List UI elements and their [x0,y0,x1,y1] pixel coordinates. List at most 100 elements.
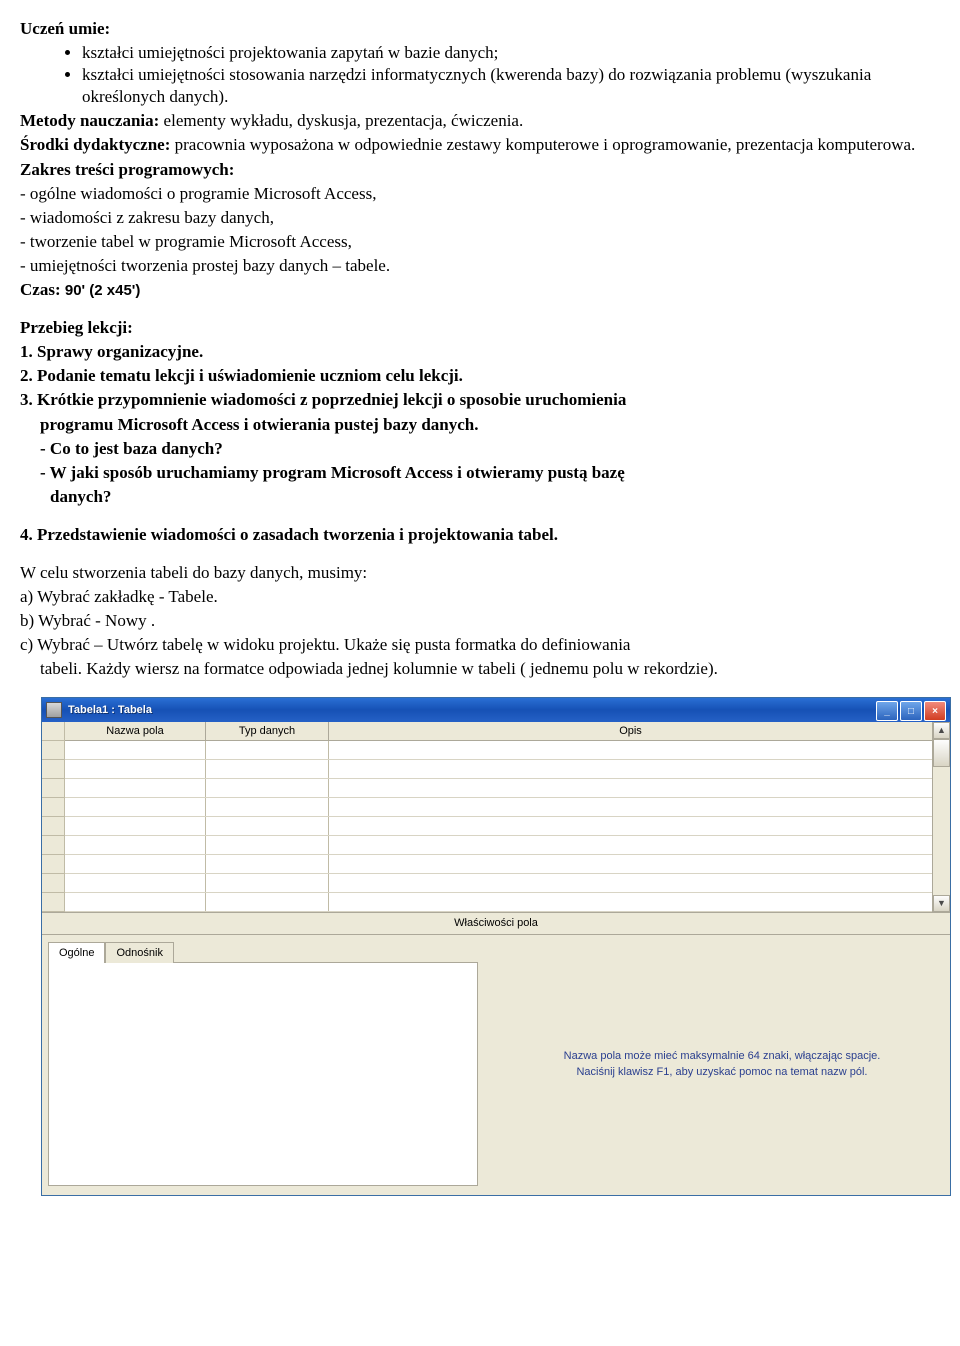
cell-typ[interactable] [206,779,329,797]
hint-line2: Naciśnij klawisz F1, aby uzyskać pomoc n… [576,1066,867,1078]
srodki-label: Środki dydaktyczne: [20,135,170,154]
cell-opis[interactable] [329,760,932,778]
vertical-scrollbar[interactable]: ▲ ▼ [932,722,950,912]
row-selector[interactable] [42,874,65,893]
metody-label: Metody nauczania: [20,111,159,130]
col-header-nazwa[interactable]: Nazwa pola [65,722,206,740]
cell-typ[interactable] [206,760,329,778]
close-button[interactable]: × [924,701,946,721]
cell-typ[interactable] [206,874,329,892]
col-header-typ[interactable]: Typ danych [206,722,329,740]
scroll-up-icon[interactable]: ▲ [933,722,950,739]
cell-opis[interactable] [329,817,932,835]
table-row[interactable] [42,855,932,874]
metody-text: elementy wykładu, dyskusja, prezentacja,… [159,111,523,130]
step-4: 4. Przedstawienie wiadomości o zasadach … [20,524,940,546]
heading-uczen-umie: Uczeń umie: [20,18,940,40]
row-selector[interactable] [42,855,65,874]
cell-nazwa[interactable] [65,817,206,835]
cell-opis[interactable] [329,836,932,854]
czas-label: Czas: [20,280,65,299]
zakres-item: - umiejętności tworzenia prostej bazy da… [20,255,940,277]
design-grid: Nazwa pola Typ danych Opis ▲ ▼ Właściwoś… [42,722,950,1194]
cell-opis[interactable] [329,893,932,911]
zakres-item: - tworzenie tabel w programie Microsoft … [20,231,940,253]
access-window: Tabela1 : Tabela _ □ × Nazwa pola Typ da… [42,698,950,1194]
table-row[interactable] [42,741,932,760]
window-title: Tabela1 : Tabela [68,703,152,717]
zakres-item: - ogólne wiadomości o programie Microsof… [20,183,940,205]
row-selector[interactable] [42,836,65,855]
row-selector[interactable] [42,779,65,798]
table-row[interactable] [42,760,932,779]
table-row[interactable] [42,798,932,817]
table-icon [46,702,62,718]
step-3-q2-line1: - W jaki sposób uruchamiamy program Micr… [20,462,940,484]
row-selector-header [42,722,65,741]
row-selector[interactable] [42,798,65,817]
zakres-label: Zakres treści programowych: [20,159,940,181]
row-selector[interactable] [42,760,65,779]
skills-list: kształci umiejętności projektowania zapy… [20,42,940,108]
scroll-thumb[interactable] [933,739,950,767]
minimize-button[interactable]: _ [876,701,898,721]
table-row[interactable] [42,817,932,836]
step-3-q2-line2: danych? [20,486,940,508]
cell-typ[interactable] [206,817,329,835]
tab-ogolne[interactable]: Ogólne [48,942,105,963]
czas-line: Czas: 90' (2 x45') [20,279,940,301]
cell-nazwa[interactable] [65,893,206,911]
step-3-line1: 3. Krótkie przypomnienie wiadomości z po… [20,389,940,411]
cell-nazwa[interactable] [65,779,206,797]
para-intro: W celu stworzenia tabeli do bazy danych,… [20,562,940,584]
cell-opis[interactable] [329,779,932,797]
przebieg-label: Przebieg lekcji: [20,317,940,339]
cell-typ[interactable] [206,836,329,854]
hint-text: Nazwa pola może mieć maksymalnie 64 znak… [564,1049,881,1080]
cell-opis[interactable] [329,855,932,873]
cell-typ[interactable] [206,893,329,911]
para-a: a) Wybrać zakładkę - Tabele. [20,586,940,608]
para-b: b) Wybrać - Nowy . [20,610,940,632]
cell-nazwa[interactable] [65,855,206,873]
srodki-text: pracownia wyposażona w odpowiednie zesta… [170,135,915,154]
table-row[interactable] [42,779,932,798]
field-properties-label: Właściwości pola [42,912,950,934]
tabs: Ogólne Odnośnik [48,941,488,962]
cell-nazwa[interactable] [65,798,206,816]
step-3-line2: programu Microsoft Access i otwierania p… [20,414,940,436]
row-selector[interactable] [42,741,65,760]
step-3-q1: - Co to jest baza danych? [20,438,940,460]
srodki-line: Środki dydaktyczne: pracownia wyposażona… [20,134,940,156]
zakres-item: - wiadomości z zakresu bazy danych, [20,207,940,229]
hint-line1: Nazwa pola może mieć maksymalnie 64 znak… [564,1050,881,1062]
row-selector[interactable] [42,893,65,912]
col-header-opis[interactable]: Opis [329,722,932,740]
cell-opis[interactable] [329,874,932,892]
cell-nazwa[interactable] [65,874,206,892]
cell-typ[interactable] [206,798,329,816]
cell-nazwa[interactable] [65,760,206,778]
skill-item: kształci umiejętności stosowania narzędz… [82,64,940,108]
para-c1: c) Wybrać – Utwórz tabelę w widoku proje… [20,634,940,656]
cell-opis[interactable] [329,741,932,759]
para-c2: tabeli. Każdy wiersz na formatce odpowia… [20,658,940,680]
tab-odnosnik[interactable]: Odnośnik [105,942,173,963]
cell-typ[interactable] [206,741,329,759]
step-2: 2. Podanie tematu lekcji i uświadomienie… [20,365,940,387]
tab-panel[interactable] [48,962,478,1186]
columns-header: Nazwa pola Typ danych Opis [42,722,932,741]
cell-nazwa[interactable] [65,836,206,854]
field-properties-pane: Ogólne Odnośnik Nazwa pola może mieć mak… [42,935,950,1195]
cell-nazwa[interactable] [65,741,206,759]
table-row[interactable] [42,893,932,912]
scroll-down-icon[interactable]: ▼ [933,895,950,912]
cell-opis[interactable] [329,798,932,816]
titlebar[interactable]: Tabela1 : Tabela _ □ × [42,698,950,722]
step-1: 1. Sprawy organizacyjne. [20,341,940,363]
cell-typ[interactable] [206,855,329,873]
table-row[interactable] [42,836,932,855]
row-selector[interactable] [42,817,65,836]
table-row[interactable] [42,874,932,893]
maximize-button[interactable]: □ [900,701,922,721]
